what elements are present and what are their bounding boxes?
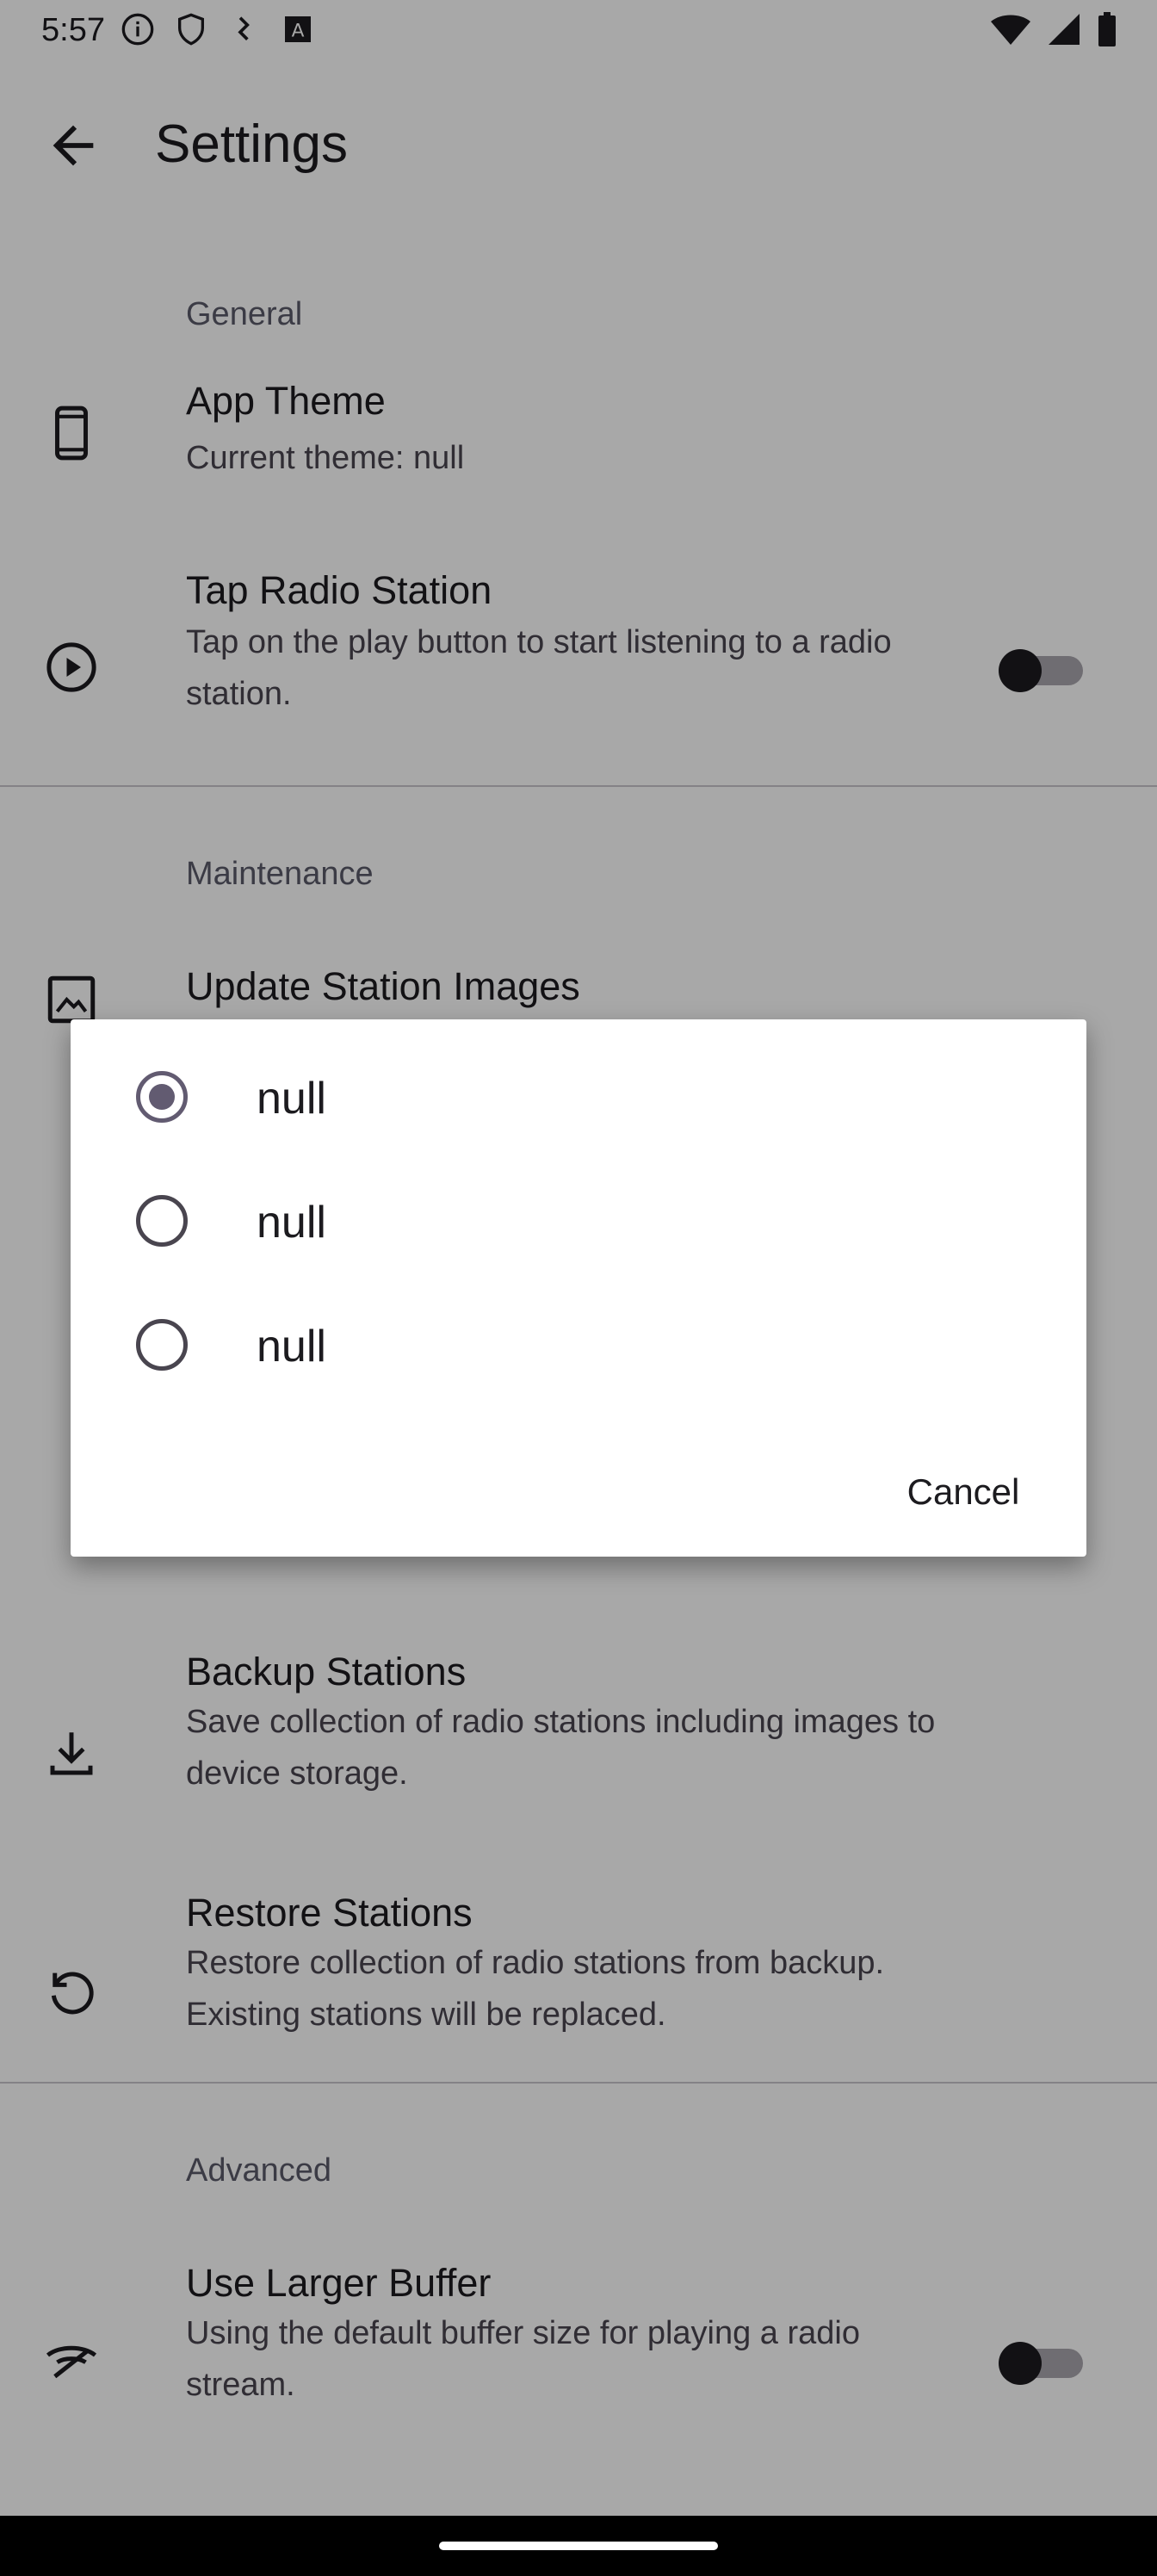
- radio-button-selected[interactable]: [136, 1071, 188, 1123]
- home-gesture-handle[interactable]: [439, 2542, 718, 2550]
- cancel-button[interactable]: Cancel: [890, 1453, 1036, 1531]
- dialog-option-1[interactable]: null: [71, 1037, 1086, 1157]
- option-label: null: [257, 1198, 326, 1248]
- radio-button[interactable]: [136, 1195, 188, 1247]
- radio-button[interactable]: [136, 1319, 188, 1371]
- option-label: null: [257, 1322, 326, 1372]
- theme-choice-dialog: null null null Cancel: [71, 1019, 1086, 1557]
- dialog-option-2[interactable]: null: [71, 1161, 1086, 1281]
- dialog-option-3[interactable]: null: [71, 1285, 1086, 1405]
- navigation-bar: [0, 2516, 1157, 2576]
- option-label: null: [257, 1074, 326, 1124]
